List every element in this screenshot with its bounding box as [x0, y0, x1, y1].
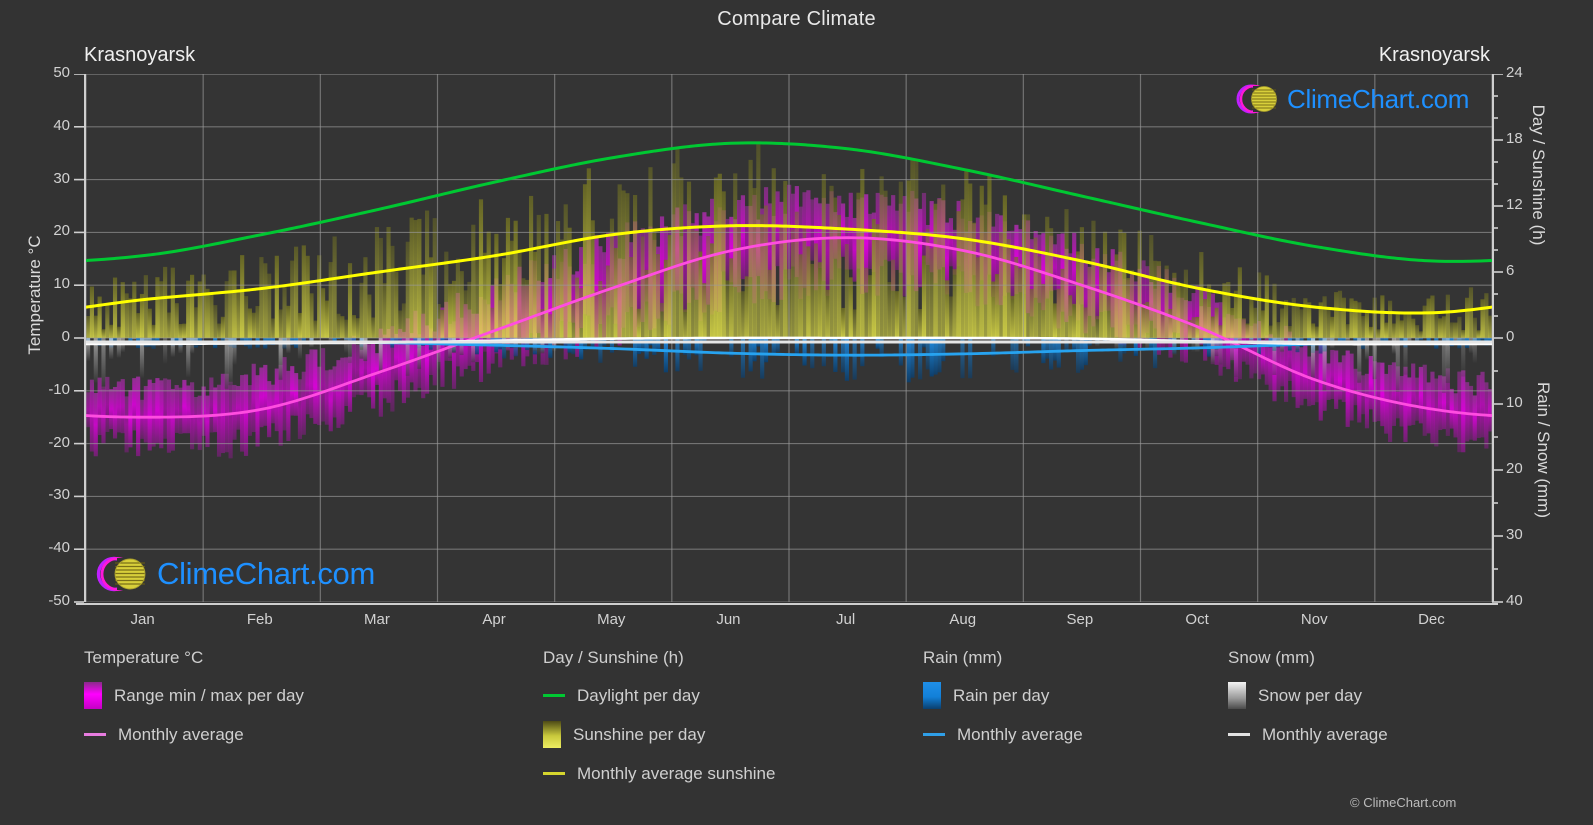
temp-range-swatch-icon	[84, 682, 102, 709]
y-tick-temp--20: -20	[48, 433, 70, 451]
x-tick-nov: Nov	[1300, 611, 1328, 628]
y-axis-title-temperature: Temperature °C	[25, 235, 44, 355]
legend-label-temp-range: Range min / max per day	[114, 685, 304, 705]
watermark-text-top: ClimeChart.com	[1287, 83, 1470, 114]
y-tick-temp--30: -30	[48, 486, 70, 504]
legend-item-snow: Snow per day	[1228, 681, 1388, 710]
y-tick-rain-20: 20	[1506, 460, 1523, 477]
y-tick-day-12: 12	[1506, 196, 1523, 213]
y-tick-temp-20: 20	[53, 222, 70, 240]
copyright-text: © ClimeChart.com	[1350, 795, 1457, 810]
legend-label-sunshine: Sunshine per day	[573, 724, 706, 744]
legend-item-rain-average: Monthly average	[923, 720, 1083, 749]
snow-average-line-icon	[1228, 733, 1250, 736]
legend-item-temp-average: Monthly average	[84, 720, 304, 749]
city-label-left: Krasnoyarsk	[84, 44, 196, 66]
climechart-logo-icon	[1233, 78, 1285, 120]
y-tick-rain-10: 10	[1506, 394, 1523, 411]
chart-legend: Temperature °C Range min / max per day M…	[0, 648, 1593, 823]
climate-chart-page: Compare Climate Krasnoyarsk Krasnoyarsk …	[0, 0, 1593, 825]
x-tick-apr: Apr	[482, 611, 506, 628]
legend-label-snow: Snow per day	[1258, 685, 1362, 705]
temp-average-line-icon	[84, 733, 106, 736]
x-tick-mar: Mar	[363, 611, 390, 628]
climechart-logo-icon	[93, 549, 155, 599]
legend-item-temp-range: Range min / max per day	[84, 681, 304, 710]
watermark-logo-top: ClimeChart.com	[1233, 78, 1469, 120]
y-tick-temp-10: 10	[53, 275, 70, 293]
city-label-right: Krasnoyarsk	[1378, 44, 1490, 66]
watermark-text-bottom: ClimeChart.com	[157, 556, 376, 591]
y-tick-temp-0: 0	[61, 328, 70, 345]
x-tick-feb: Feb	[246, 611, 273, 628]
x-axis-line	[76, 603, 1498, 605]
legend-heading-snow: Snow (mm)	[1228, 648, 1315, 667]
y-tick-rain-40: 40	[1506, 592, 1523, 609]
legend-item-sunshine: Sunshine per day	[543, 720, 775, 749]
climate-plot	[86, 74, 1492, 602]
legend-item-daylight: Daylight per day	[543, 681, 775, 710]
legend-group-temperature: Temperature °C Range min / max per day M…	[84, 648, 304, 759]
y-tick-day-18: 18	[1506, 130, 1523, 147]
y-axis-title-rain-snow: Rain / Snow (mm)	[1534, 381, 1553, 519]
x-tick-oct: Oct	[1185, 611, 1209, 628]
y-axis-title-day-sunshine: Day / Sunshine (h)	[1529, 104, 1548, 246]
legend-label-sunshine-average: Monthly average sunshine	[577, 763, 776, 783]
legend-item-snow-average: Monthly average	[1228, 720, 1388, 749]
y-tick-day-24: 24	[1506, 64, 1523, 81]
legend-label-snow-average: Monthly average	[1262, 724, 1388, 744]
x-tick-sep: Sep	[1066, 611, 1094, 628]
daylight-line-icon	[543, 694, 565, 697]
y-tick-temp--40: -40	[48, 539, 70, 557]
y-tick-temp--50: -50	[48, 592, 70, 609]
y-tick-day-0: 0	[1506, 328, 1515, 345]
legend-group-rain: Rain (mm) Rain per day Monthly average	[923, 648, 1083, 759]
y-tick-temp--10: -10	[48, 380, 70, 398]
x-tick-dec: Dec	[1418, 611, 1445, 628]
legend-group-snow: Snow (mm) Snow per day Monthly average	[1228, 648, 1388, 759]
y-axis-right-tickmarks	[1492, 74, 1503, 603]
legend-heading-day-sunshine: Day / Sunshine (h)	[543, 648, 684, 667]
rain-swatch-icon	[923, 682, 941, 709]
legend-label-rain: Rain per day	[953, 685, 1050, 705]
x-tick-jun: Jun	[716, 611, 741, 628]
rain-average-line-icon	[923, 733, 945, 736]
legend-item-rain: Rain per day	[923, 681, 1083, 710]
x-tick-may: May	[597, 611, 626, 628]
x-tick-jul: Jul	[835, 611, 856, 628]
x-tick-jan: Jan	[130, 611, 155, 628]
y-tick-temp-50: 50	[53, 64, 70, 81]
y-axis-left-tickmarks	[74, 74, 84, 603]
page-title: Compare Climate	[717, 8, 876, 30]
legend-item-sunshine-average: Monthly average sunshine	[543, 759, 775, 788]
sunshine-swatch-icon	[543, 721, 561, 748]
y-tick-temp-40: 40	[53, 116, 70, 134]
legend-heading-rain: Rain (mm)	[923, 648, 1003, 667]
legend-label-temp-average: Monthly average	[118, 724, 244, 744]
legend-label-daylight: Daylight per day	[577, 685, 700, 705]
plot-area	[84, 74, 1494, 602]
sunshine-average-line-icon	[543, 772, 565, 775]
y-tick-temp-30: 30	[53, 169, 70, 187]
x-tick-aug: Aug	[949, 611, 977, 628]
legend-label-rain-average: Monthly average	[957, 724, 1083, 744]
y-tick-day-6: 6	[1506, 262, 1515, 279]
y-tick-rain-30: 30	[1506, 526, 1523, 543]
legend-heading-temperature: Temperature °C	[84, 648, 204, 667]
legend-group-day-sunshine: Day / Sunshine (h) Daylight per day Suns…	[543, 648, 775, 798]
snow-swatch-icon	[1228, 682, 1246, 709]
watermark-logo-bottom: ClimeChart.com	[93, 549, 375, 599]
